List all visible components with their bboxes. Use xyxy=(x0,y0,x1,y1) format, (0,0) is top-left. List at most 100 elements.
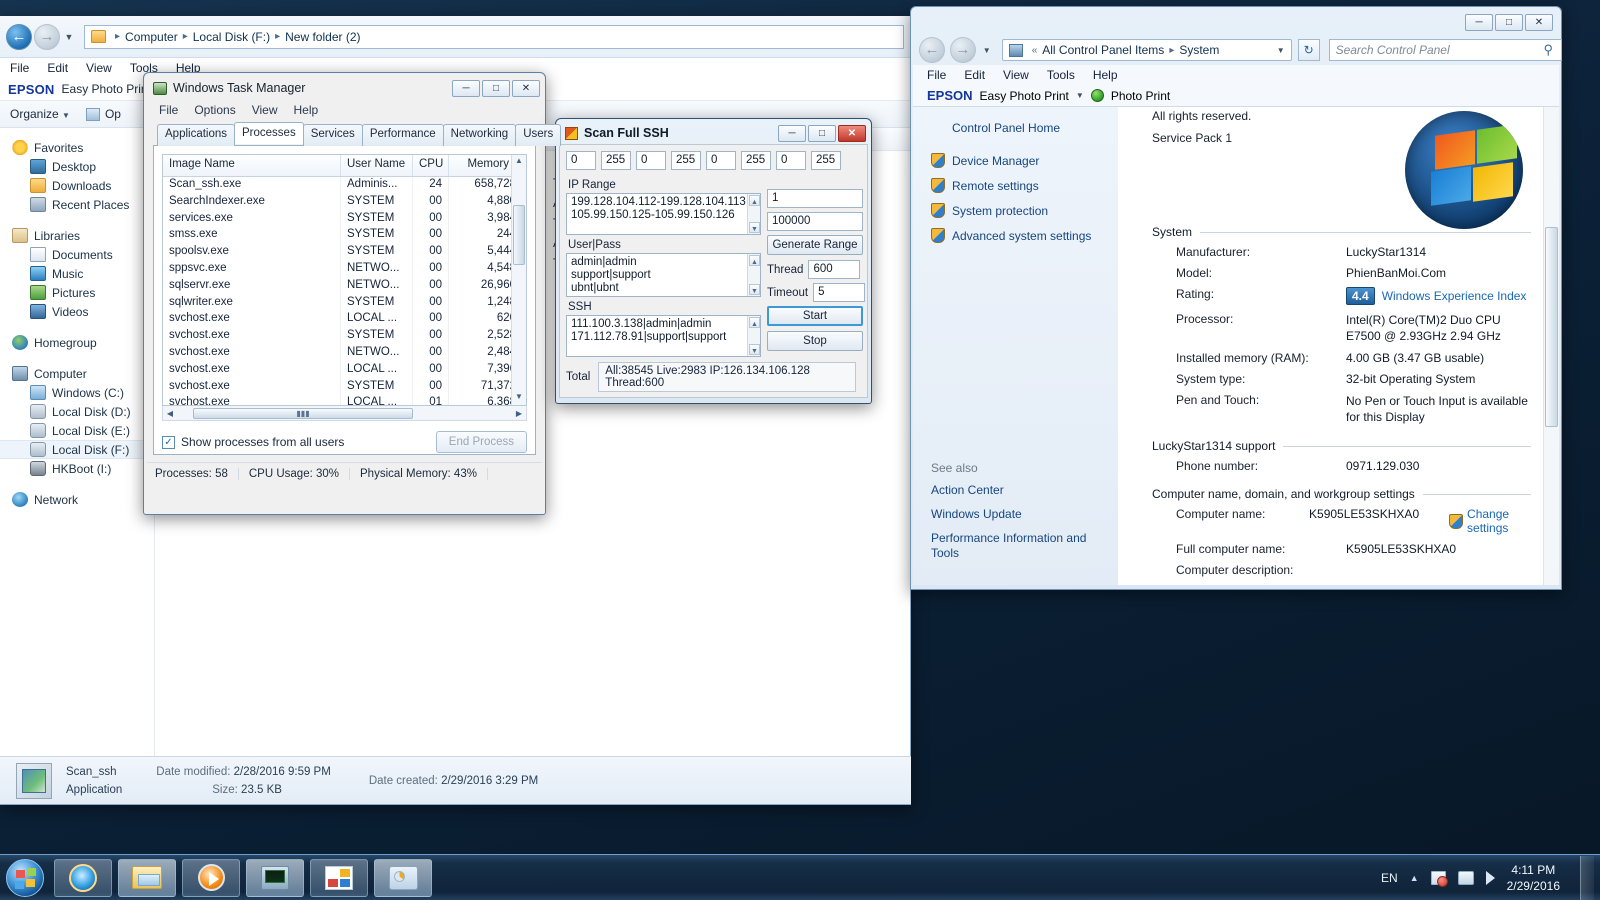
breadcrumb-local-disk-f[interactable]: Local Disk (F:) xyxy=(193,30,270,44)
taskbar-item-control-panel-system[interactable] xyxy=(374,859,432,897)
menu-options[interactable]: Options xyxy=(194,103,235,117)
checkbox-icon[interactable]: ✓ xyxy=(162,436,175,449)
address-bar[interactable]: ▸ Computer ▸ Local Disk (F:) ▸ New folde… xyxy=(84,25,904,49)
sidebar-item-recent-places[interactable]: Recent Places xyxy=(0,195,154,214)
maximize-button[interactable]: □ xyxy=(1495,14,1523,31)
sidebar-item-computer[interactable]: Computer xyxy=(0,364,154,383)
tab-users[interactable]: Users xyxy=(515,124,561,146)
breadcrumb-computer[interactable]: Computer xyxy=(125,30,178,44)
show-all-users-checkbox-row[interactable]: ✓ Show processes from all users xyxy=(162,435,344,449)
scroll-right-icon[interactable]: ▶ xyxy=(512,409,526,418)
scroll-up-icon[interactable]: ▲ xyxy=(513,156,525,168)
start-button[interactable] xyxy=(2,857,48,899)
column-header-image-name[interactable]: Image Name xyxy=(163,155,341,176)
table-row[interactable]: SearchIndexer.exeSYSTEM004,880 xyxy=(163,194,526,211)
taskbar-item-task-manager[interactable] xyxy=(246,859,304,897)
breadcrumb-new-folder[interactable]: New folder (2) xyxy=(285,30,360,44)
sidebar-item-desktop[interactable]: Desktop xyxy=(0,157,154,176)
address-dropdown-icon[interactable]: ▼ xyxy=(1277,46,1285,55)
back-button[interactable]: ← xyxy=(6,24,32,50)
scan-title-bar[interactable]: Scan Full SSH ─ □ ✕ xyxy=(559,122,868,144)
minimize-button[interactable]: ─ xyxy=(452,80,480,97)
octet-1-to[interactable]: 255 xyxy=(601,151,631,170)
table-row[interactable]: svchost.exeLOCAL ...016,368 xyxy=(163,395,526,406)
scroll-left-icon[interactable]: ◀ xyxy=(163,409,177,418)
table-row[interactable]: svchost.exeSYSTEM002,528 xyxy=(163,328,526,345)
sidebar-item-local-disk-f[interactable]: Local Disk (F:) xyxy=(0,440,154,459)
end-process-button[interactable]: End Process xyxy=(436,431,527,453)
sidebar-item-music[interactable]: Music xyxy=(0,264,154,283)
clock[interactable]: 4:11 PM 2/29/2016 xyxy=(1507,862,1568,894)
scroll-down-icon[interactable]: ▼ xyxy=(513,392,525,404)
breadcrumb-overflow-icon[interactable]: « xyxy=(1032,45,1038,56)
sidebar-item-videos[interactable]: Videos xyxy=(0,302,154,321)
thread-input[interactable]: 600 xyxy=(808,260,860,279)
scroll-up-icon[interactable]: ▲ xyxy=(749,195,760,206)
range-from-input[interactable]: 1 xyxy=(767,189,863,208)
sidebar-item-favorites[interactable]: Favorites xyxy=(0,138,154,157)
menu-edit[interactable]: Edit xyxy=(964,68,985,82)
tab-performance[interactable]: Performance xyxy=(362,124,444,146)
system-content-pane[interactable]: All rights reserved. Service Pack 1 Syst… xyxy=(1118,107,1559,585)
advanced-system-settings-link[interactable]: Advanced system settings xyxy=(931,228,1118,243)
minimize-button[interactable]: ─ xyxy=(778,125,806,142)
sidebar-item-hkboot-i[interactable]: HKBoot (I:) xyxy=(0,459,154,478)
tab-services[interactable]: Services xyxy=(303,124,363,146)
breadcrumb-all-control-panel-items[interactable]: All Control Panel Items xyxy=(1042,43,1164,57)
action-center-link[interactable]: Action Center xyxy=(931,483,1091,497)
scroll-down-icon[interactable]: ▼ xyxy=(749,222,760,233)
table-row[interactable]: Scan_ssh.exeAdminis...24658,728 xyxy=(163,177,526,194)
table-row[interactable]: smss.exeSYSTEM00244 xyxy=(163,227,526,244)
scrollbar-thumb[interactable] xyxy=(513,205,525,265)
action-center-flag-icon[interactable] xyxy=(1431,871,1446,885)
tab-processes[interactable]: Processes xyxy=(234,122,304,144)
menu-tools[interactable]: Tools xyxy=(1047,68,1075,82)
octet-3-from[interactable]: 0 xyxy=(706,151,736,170)
device-manager-link[interactable]: Device Manager xyxy=(931,153,1118,168)
menu-help[interactable]: Help xyxy=(1093,68,1118,82)
ip-range-textarea[interactable]: 199.128.104.112-199.128.104.113 105.99.1… xyxy=(566,193,761,235)
menu-view[interactable]: View xyxy=(1003,68,1029,82)
start-button[interactable]: Start xyxy=(767,306,863,326)
network-icon[interactable] xyxy=(1458,871,1474,885)
maximize-button[interactable]: □ xyxy=(808,125,836,142)
tab-networking[interactable]: Networking xyxy=(443,124,517,146)
show-hidden-icons-chevron-icon[interactable]: ▲ xyxy=(1410,873,1419,883)
epson-easy-photo-print-button[interactable]: Easy Photo Print xyxy=(980,89,1069,103)
table-row[interactable]: svchost.exeSYSTEM0071,372 xyxy=(163,379,526,396)
taskbar-item-windows-explorer[interactable] xyxy=(118,859,176,897)
language-indicator[interactable]: EN xyxy=(1381,871,1398,885)
sidebar-item-windows-c[interactable]: Windows (C:) xyxy=(0,383,154,402)
chevron-down-icon[interactable]: ▼ xyxy=(981,46,993,55)
table-row[interactable]: svchost.exeLOCAL ...00620 xyxy=(163,311,526,328)
table-row[interactable]: svchost.exeLOCAL ...007,396 xyxy=(163,362,526,379)
table-row[interactable]: svchost.exeNETWO...002,484 xyxy=(163,345,526,362)
menu-file[interactable]: File xyxy=(927,68,946,82)
scroll-down-icon[interactable]: ▼ xyxy=(749,344,760,355)
volume-icon[interactable] xyxy=(1486,871,1495,885)
chevron-down-icon[interactable]: ▼ xyxy=(1076,91,1084,100)
table-row[interactable]: spoolsv.exeSYSTEM005,444 xyxy=(163,244,526,261)
sidebar-item-downloads[interactable]: Downloads xyxy=(0,176,154,195)
sidebar-item-documents[interactable]: Documents xyxy=(0,245,154,264)
remote-settings-link[interactable]: Remote settings xyxy=(931,178,1118,193)
sidebar-item-pictures[interactable]: Pictures xyxy=(0,283,154,302)
close-button[interactable]: ✕ xyxy=(1525,14,1553,31)
range-to-input[interactable]: 100000 xyxy=(767,212,863,231)
octet-1-from[interactable]: 0 xyxy=(566,151,596,170)
sidebar-item-local-disk-d[interactable]: Local Disk (D:) xyxy=(0,402,154,421)
refresh-icon[interactable]: ↻ xyxy=(1298,39,1320,61)
octet-2-to[interactable]: 255 xyxy=(671,151,701,170)
table-row[interactable]: sqlwriter.exeSYSTEM001,248 xyxy=(163,295,526,312)
windows-update-link[interactable]: Windows Update xyxy=(931,507,1091,521)
organize-button[interactable]: Organize ▼ xyxy=(10,107,70,121)
column-header-user-name[interactable]: User Name xyxy=(341,155,413,176)
performance-information-and-tools-link[interactable]: Performance Information and Tools xyxy=(931,531,1091,561)
scrollbar-thumb[interactable]: ▮▮▮ xyxy=(193,408,413,419)
photo-print-button[interactable]: Photo Print xyxy=(1111,89,1170,103)
system-protection-link[interactable]: System protection xyxy=(931,203,1118,218)
column-header-cpu[interactable]: CPU xyxy=(413,155,449,176)
search-icon[interactable]: ⚲ xyxy=(1543,42,1553,58)
stop-button[interactable]: Stop xyxy=(767,331,863,351)
ssh-textarea[interactable]: 111.100.3.138|admin|admin 171.112.78.91|… xyxy=(566,315,761,357)
